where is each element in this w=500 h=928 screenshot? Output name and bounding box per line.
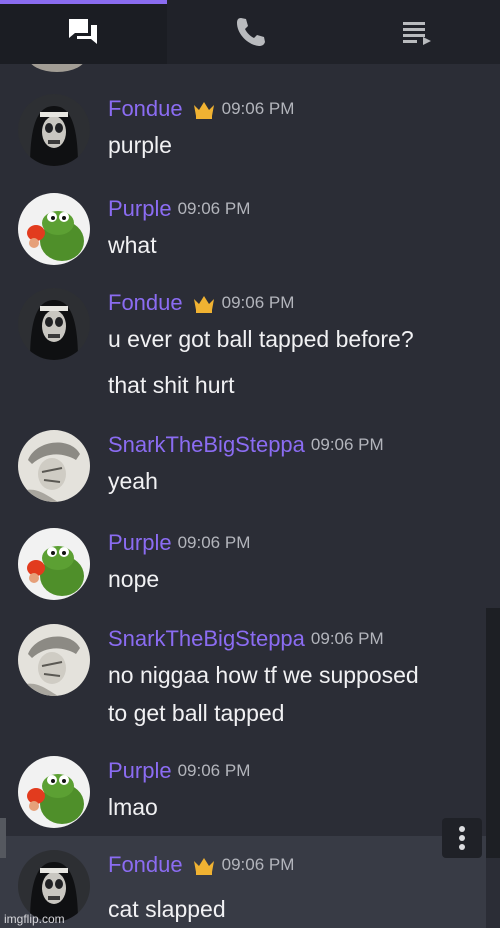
username[interactable]: Fondue (108, 290, 183, 316)
nun-avatar[interactable] (18, 288, 90, 360)
nun-avatar[interactable] (18, 94, 90, 166)
timestamp: 09:06 PM (310, 435, 384, 454)
message-text: that shit hurt (108, 372, 235, 398)
channel-tabs (0, 0, 500, 64)
username[interactable]: SnarkTheBigSteppa (108, 432, 305, 458)
username[interactable]: Purple (108, 530, 172, 556)
username[interactable]: Fondue (108, 96, 183, 122)
timestamp: 09:06 PM (221, 855, 295, 874)
message-text: lmao (108, 794, 158, 820)
more-options-button[interactable] (442, 818, 482, 858)
message-text: nope (108, 566, 160, 592)
message-item: SnarkTheBigSteppa 09:06 PM no niggaa how… (0, 618, 486, 742)
message-item: SnarkTheBigSteppa 09:06 PM yeah (0, 424, 486, 508)
message-text: u ever got ball tapped before? (108, 326, 414, 352)
message-item: Fondue 09:06 PM purple (0, 88, 486, 172)
sketch-avatar[interactable] (18, 430, 90, 502)
tab-members[interactable] (333, 0, 500, 64)
timestamp: 09:06 PM (177, 761, 251, 780)
timestamp: 09:06 PM (221, 293, 295, 312)
member-list-icon (402, 22, 431, 45)
crown-icon (192, 99, 216, 119)
username[interactable]: SnarkTheBigSteppa (108, 626, 305, 652)
message-item: Purple 09:06 PM nope (0, 524, 486, 608)
message-text: yeah (108, 468, 158, 494)
message-header: Fondue 09:06 PM (108, 290, 294, 316)
phone-icon (237, 18, 265, 46)
timestamp: 09:06 PM (177, 199, 251, 218)
message-text: no niggaa how tf we supposed (108, 662, 419, 688)
message-item: Fondue 09:06 PM u ever got ball tapped b… (0, 282, 486, 406)
timestamp: 09:06 PM (221, 99, 295, 118)
sketch-avatar[interactable] (18, 624, 90, 696)
message-item: Purple 09:06 PM what (0, 188, 486, 272)
kermit-avatar[interactable] (18, 528, 90, 600)
tab-call[interactable] (167, 0, 334, 64)
tab-chat[interactable] (0, 0, 167, 64)
kermit-avatar[interactable] (18, 756, 90, 828)
username[interactable]: Fondue (108, 852, 183, 878)
message-header: Purple 09:06 PM (108, 530, 250, 556)
timestamp: 09:06 PM (177, 533, 251, 552)
kermit-avatar[interactable] (18, 193, 90, 265)
timestamp: 09:06 PM (310, 629, 384, 648)
message-header: Fondue 09:06 PM (108, 96, 294, 122)
message-item: Purple 09:06 PM lmao (0, 752, 486, 836)
avatar (28, 64, 86, 72)
chat-bubbles-icon (69, 19, 98, 44)
username[interactable]: Purple (108, 758, 172, 784)
message-text: cat slapped (108, 896, 226, 922)
message-header: SnarkTheBigSteppa 09:06 PM (108, 432, 384, 458)
message-header: Purple 09:06 PM (108, 196, 250, 222)
message-header: Purple 09:06 PM (108, 758, 250, 784)
watermark: imgflip.com (4, 912, 65, 926)
message-list: Fondue 09:06 PM purple Purple 09:06 PM w… (0, 64, 486, 928)
message-header: Fondue 09:06 PM (108, 852, 294, 878)
message-header: SnarkTheBigSteppa 09:06 PM (108, 626, 384, 652)
vertical-dots-icon (459, 826, 465, 850)
crown-icon (192, 855, 216, 875)
scrollbar[interactable] (486, 608, 500, 858)
message-text: purple (108, 132, 172, 158)
message-item[interactable]: Fondue 09:06 PM cat slapped (0, 836, 486, 928)
message-text: what (108, 232, 157, 258)
message-text: to get ball tapped (108, 700, 285, 726)
username[interactable]: Purple (108, 196, 172, 222)
crown-icon (192, 293, 216, 313)
hover-indicator (0, 818, 6, 858)
